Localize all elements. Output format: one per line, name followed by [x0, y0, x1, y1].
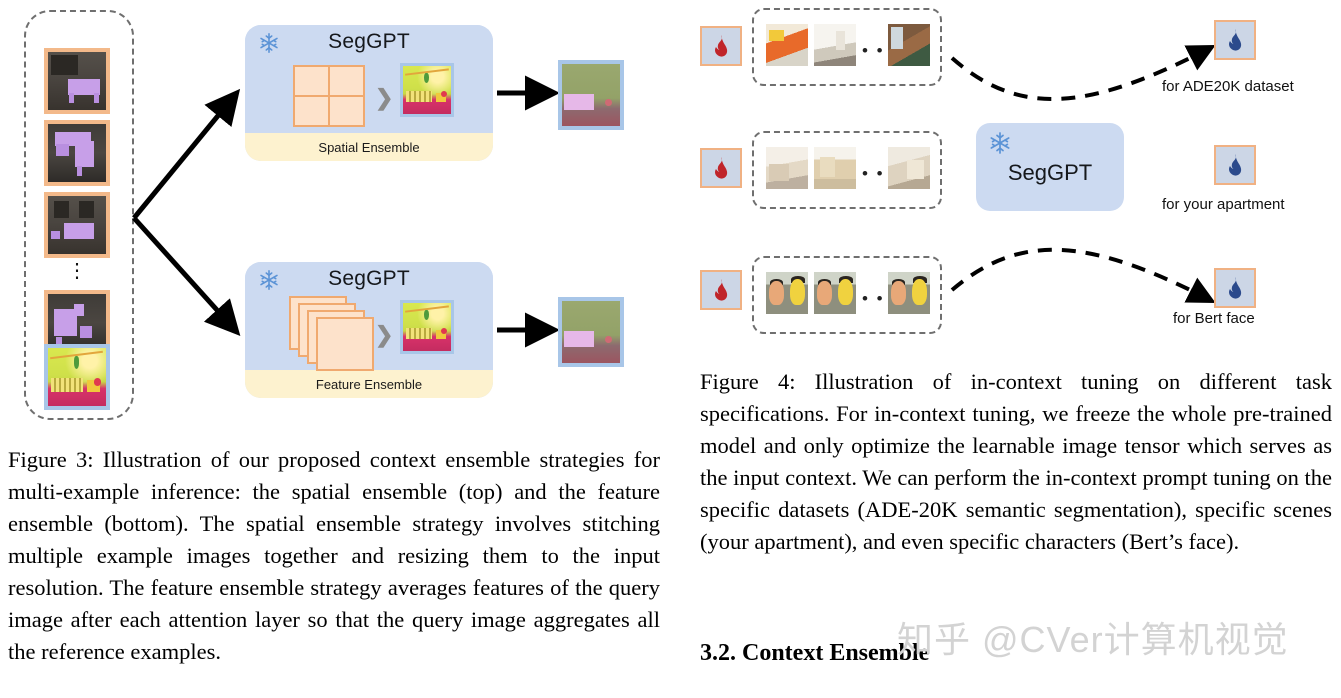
row-3-learnable-tensor: [700, 270, 742, 310]
spatial-grid-icon: [293, 65, 365, 127]
spatial-module-body: SegGPT ❯: [245, 25, 493, 133]
row-2-task-label: for your apartment: [1162, 196, 1285, 213]
blue-flame-icon: [1229, 277, 1242, 299]
feature-cardstack-icon: [289, 296, 383, 374]
figure-4-caption: Figure 4: Illustration of in-context tun…: [700, 369, 1332, 554]
row-1-tuned-output: [1214, 20, 1256, 60]
feature-module-body: SegGPT ❯: [245, 262, 493, 371]
row-1-task-label: for ADE20K dataset: [1162, 78, 1294, 95]
spatial-flow-chevron: ❯: [375, 85, 394, 110]
feature-module-title: SegGPT: [328, 267, 410, 290]
row-1-ref-image-3: [888, 24, 930, 66]
feature-flow-chevron: ❯: [375, 322, 394, 347]
row-3-ref-image-3: [888, 272, 930, 314]
frozen-seggpt-title: SegGPT: [1007, 160, 1093, 185]
feature-result-image: [558, 297, 624, 367]
figure-4-diagram: • • • for ADE20K dataset • • • SegGPT fo…: [690, 0, 1341, 350]
section-heading: 3.2. Context Ensemble: [700, 640, 930, 666]
feature-module-output-thumb: [400, 300, 454, 354]
watermark: 知乎 @CVer计算机视觉: [897, 619, 1289, 660]
row-3-ref-image-2: [814, 272, 856, 314]
row-2-ref-image-2: [814, 147, 856, 189]
paper-figure-page: ⋮ SegGPT ❯ Spatial Ensemble SegGPT ❯ Fea…: [0, 0, 1341, 698]
blue-flame-icon: [1229, 29, 1242, 51]
row-3-ref-image-1: [766, 272, 808, 314]
spatial-ensemble-label: Spatial Ensemble: [245, 133, 493, 161]
red-flame-icon: [715, 157, 728, 179]
red-flame-icon: [715, 279, 728, 301]
spatial-ensemble-module: SegGPT ❯ Spatial Ensemble: [245, 25, 493, 161]
row-3-tuned-output: [1214, 268, 1256, 308]
spatial-module-output-thumb: [400, 63, 454, 117]
feature-ensemble-module: SegGPT ❯ Feature Ensemble: [245, 262, 493, 398]
row-1-ref-image-2: [814, 24, 856, 66]
spatial-module-title: SegGPT: [328, 30, 410, 53]
figure-3-caption: Figure 3: Illustration of our proposed c…: [8, 447, 660, 664]
snowflake-icon: [990, 132, 1010, 154]
row-2-learnable-tensor: [700, 148, 742, 188]
row-2-tuned-output: [1214, 145, 1256, 185]
red-flame-icon: [715, 35, 728, 57]
frozen-seggpt-box: SegGPT: [976, 123, 1124, 211]
feature-ensemble-label: Feature Ensemble: [245, 370, 493, 398]
figure-3-diagram: ⋮ SegGPT ❯ Spatial Ensemble SegGPT ❯ Fea…: [0, 0, 672, 430]
row-2-ref-image-3: [888, 147, 930, 189]
row-2-ref-image-1: [766, 147, 808, 189]
row-1-ref-image-1: [766, 24, 808, 66]
row-3-task-label: for Bert face: [1173, 310, 1255, 327]
spatial-result-image: [558, 60, 624, 130]
blue-flame-icon: [1229, 154, 1242, 176]
row-1-learnable-tensor: [700, 26, 742, 66]
